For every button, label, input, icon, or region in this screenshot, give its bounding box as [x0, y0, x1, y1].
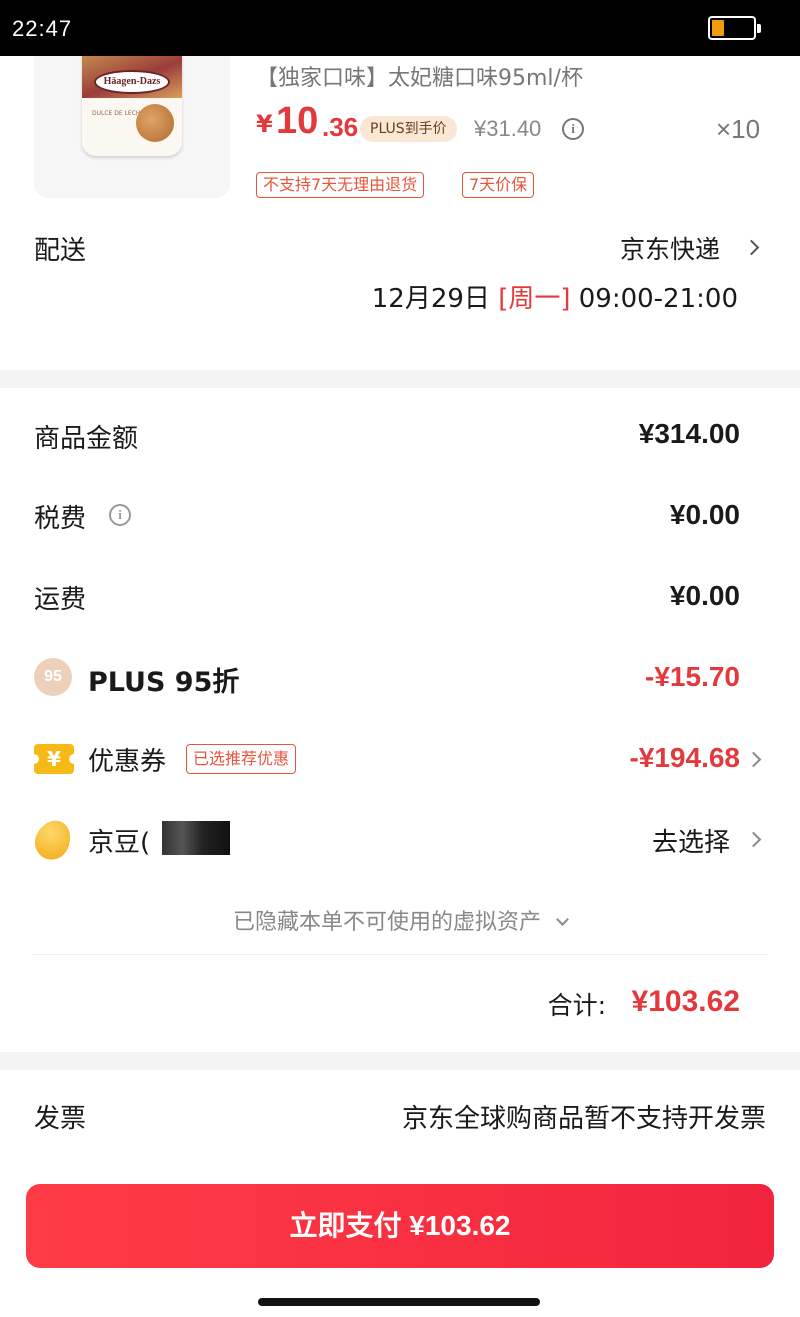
delivery-method[interactable]: 京东快递: [620, 230, 720, 266]
invoice-value: 京东全球购商品暂不支持开发票: [401, 1104, 766, 1134]
goods-amount-value: ¥314.00: [638, 418, 740, 449]
price-decimal: .36: [322, 112, 359, 142]
plus-price-tag: PLUS到手价: [360, 116, 457, 142]
jd-beans-label: 京豆(: [88, 828, 151, 858]
price-symbol: ¥: [256, 110, 273, 138]
plus-discount-icon: 95: [34, 658, 72, 696]
plus-discount-label: PLUS 95折: [88, 667, 240, 698]
delivery-label: 配送: [34, 236, 87, 266]
status-bar: 22:47: [0, 0, 800, 56]
chevron-right-icon[interactable]: [745, 831, 762, 848]
invoice-card: 发票 京东全球购商品暂不支持开发票: [0, 1070, 800, 1170]
shipping-value: ¥0.00: [669, 580, 740, 611]
redacted-block: [162, 821, 230, 855]
price-protect-tag: 7天价保: [462, 172, 535, 198]
battery-icon: [708, 16, 761, 40]
coupon-label[interactable]: 优惠券: [88, 741, 166, 778]
plus-discount-value: -¥15.70: [645, 661, 740, 692]
delivery-time[interactable]: 12月29日 [周一] 09:00-21:00: [372, 278, 738, 315]
hidden-assets-toggle[interactable]: 已隐藏本单不可使用的虚拟资产: [0, 904, 800, 936]
tax-value: ¥0.00: [669, 499, 740, 530]
total-value: ¥103.62: [631, 985, 740, 1018]
delivery-date: 12月29日: [371, 284, 490, 314]
price-integer: 10: [276, 100, 319, 142]
brand-logo: Häagen-Dazs: [94, 70, 170, 94]
hidden-assets-note: 已隐藏本单不可使用的虚拟资产: [232, 910, 541, 935]
original-price: ¥31.40: [474, 116, 542, 141]
info-icon[interactable]: i: [562, 118, 584, 140]
info-icon[interactable]: i: [109, 504, 131, 526]
invoice-label: 发票: [34, 1104, 87, 1134]
chevron-right-icon[interactable]: [745, 751, 762, 768]
delivery-window: 09:00-21:00: [578, 284, 738, 314]
delivery-weekday: [周一]: [498, 284, 571, 314]
coupon-icon: ¥: [29, 744, 79, 774]
product-quantity: ×10: [716, 114, 761, 144]
jd-beans-select[interactable]: 去选择: [652, 822, 730, 859]
product-image[interactable]: Häagen-Dazs DULCE DE LECHE: [34, 56, 230, 198]
tax-label: 税费: [34, 504, 87, 534]
coupon-recommended-tag: 已选推荐优惠: [186, 744, 297, 774]
product-card: Häagen-Dazs DULCE DE LECHE 【独家口味】太妃糖口味95…: [0, 56, 800, 370]
ice-cream-cup-image: Häagen-Dazs DULCE DE LECHE: [82, 56, 182, 156]
jd-bean-icon: [29, 814, 77, 866]
divider: [32, 954, 768, 955]
pay-now-button[interactable]: 立即支付 ¥103.62: [26, 1184, 774, 1268]
total-label: 合计:: [547, 991, 606, 1020]
status-time: 22:47: [12, 16, 73, 41]
home-indicator[interactable]: [258, 1298, 540, 1306]
goods-amount-label: 商品金额: [34, 424, 139, 454]
product-title[interactable]: 【独家口味】太妃糖口味95ml/杯: [256, 60, 583, 92]
chevron-right-icon[interactable]: [743, 239, 760, 256]
coupon-value[interactable]: -¥194.68: [629, 742, 740, 774]
no-return-tag: 不支持7天无理由退货: [256, 172, 425, 198]
order-summary: 商品金额 ¥314.00 税费 i ¥0.00 运费 ¥0.00 95 PLUS…: [0, 388, 800, 1052]
chevron-down-icon: [556, 913, 569, 926]
shipping-label: 运费: [34, 585, 87, 615]
